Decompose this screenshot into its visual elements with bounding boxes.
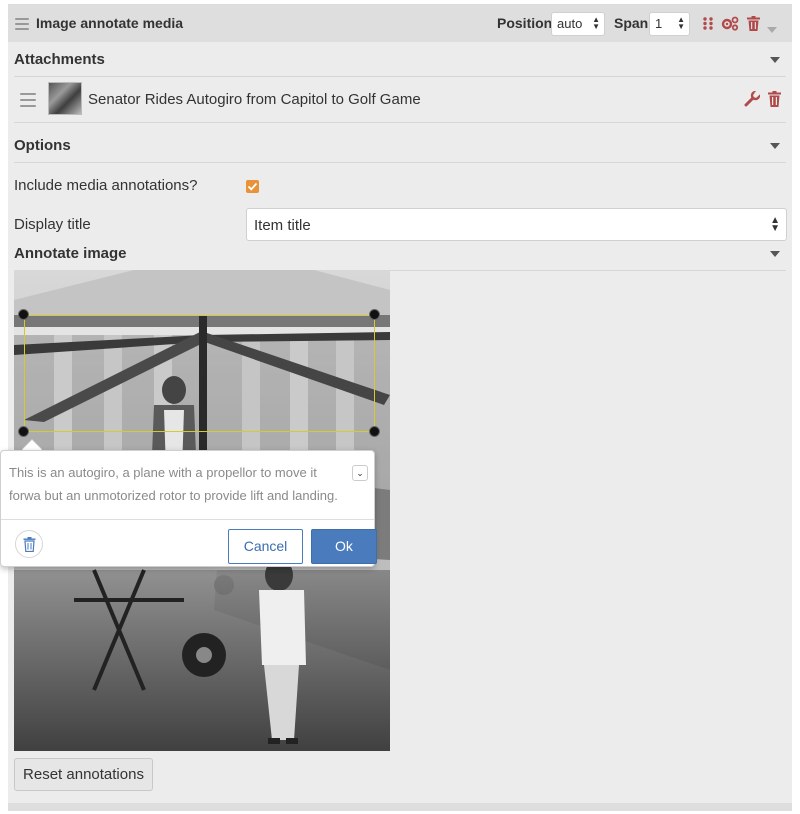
include-annotations-checkbox[interactable] bbox=[246, 180, 259, 193]
attachment-thumbnail bbox=[48, 82, 82, 115]
delete-annotation-button[interactable] bbox=[15, 530, 43, 558]
block-footer bbox=[8, 803, 792, 811]
resize-handle[interactable] bbox=[18, 426, 29, 437]
chevron-down-icon[interactable] bbox=[767, 20, 777, 38]
cancel-button[interactable]: Cancel bbox=[228, 529, 303, 564]
attachment-title: Senator Rides Autogiro from Capitol to G… bbox=[88, 91, 421, 108]
grid-icon[interactable] bbox=[703, 17, 713, 35]
attachment-item[interactable]: Senator Rides Autogiro from Capitol to G… bbox=[14, 77, 786, 123]
options-section-header[interactable]: Options bbox=[14, 129, 786, 163]
image-annotate-block: Image annotate media Position auto ▲ ▼ Sp… bbox=[0, 4, 792, 811]
attachments-section-header[interactable]: Attachments bbox=[14, 43, 786, 77]
select-arrows-icon: ▲ ▼ bbox=[677, 15, 685, 31]
display-title-label: Display title bbox=[14, 216, 91, 233]
span-select[interactable]: 1 ▲ ▼ bbox=[649, 12, 690, 36]
chevron-down-icon[interactable] bbox=[770, 251, 780, 257]
annotation-text-area[interactable]: This is an autogiro, a plane with a prop… bbox=[9, 461, 349, 515]
block-header: Image annotate media Position auto ▲ ▼ Sp… bbox=[8, 5, 792, 42]
wrench-icon[interactable] bbox=[744, 90, 761, 112]
trash-icon[interactable] bbox=[747, 16, 760, 36]
select-arrows-icon: ▲ ▼ bbox=[592, 15, 600, 31]
drag-handle-icon[interactable] bbox=[20, 93, 36, 107]
annotation-rectangle[interactable] bbox=[24, 315, 375, 432]
resize-handle[interactable] bbox=[369, 426, 380, 437]
trash-icon[interactable] bbox=[768, 91, 781, 112]
span-label: Span bbox=[614, 15, 649, 31]
annotate-title: Annotate image bbox=[14, 245, 127, 262]
popup-divider bbox=[1, 519, 374, 520]
annotation-editor-popup: This is an autogiro, a plane with a prop… bbox=[0, 450, 377, 567]
reset-annotations-button[interactable]: Reset annotations bbox=[14, 758, 153, 791]
chevron-down-icon[interactable] bbox=[770, 143, 780, 149]
resize-handle[interactable] bbox=[369, 309, 380, 320]
block-title: Image annotate media bbox=[36, 15, 184, 31]
trash-icon bbox=[23, 537, 36, 552]
display-title-value: Item title bbox=[254, 217, 311, 234]
span-value: 1 bbox=[655, 16, 663, 31]
position-select[interactable]: auto ▲ ▼ bbox=[551, 12, 605, 36]
chevron-down-icon[interactable]: ⌄ bbox=[352, 465, 368, 481]
drag-handle-icon[interactable] bbox=[15, 18, 29, 30]
options-title: Options bbox=[14, 137, 71, 154]
select-arrows-icon: ▲ ▼ bbox=[770, 215, 780, 234]
chevron-down-icon[interactable] bbox=[770, 57, 780, 63]
ok-button[interactable]: Ok bbox=[311, 529, 377, 564]
popup-pointer bbox=[22, 440, 42, 450]
resize-handle[interactable] bbox=[18, 309, 29, 320]
include-annotations-label: Include media annotations? bbox=[14, 177, 198, 194]
attachments-title: Attachments bbox=[14, 51, 105, 68]
position-label: Position bbox=[497, 15, 553, 31]
gears-icon[interactable] bbox=[721, 16, 739, 36]
annotate-section-header[interactable]: Annotate image bbox=[14, 237, 786, 271]
position-value: auto bbox=[557, 16, 583, 31]
